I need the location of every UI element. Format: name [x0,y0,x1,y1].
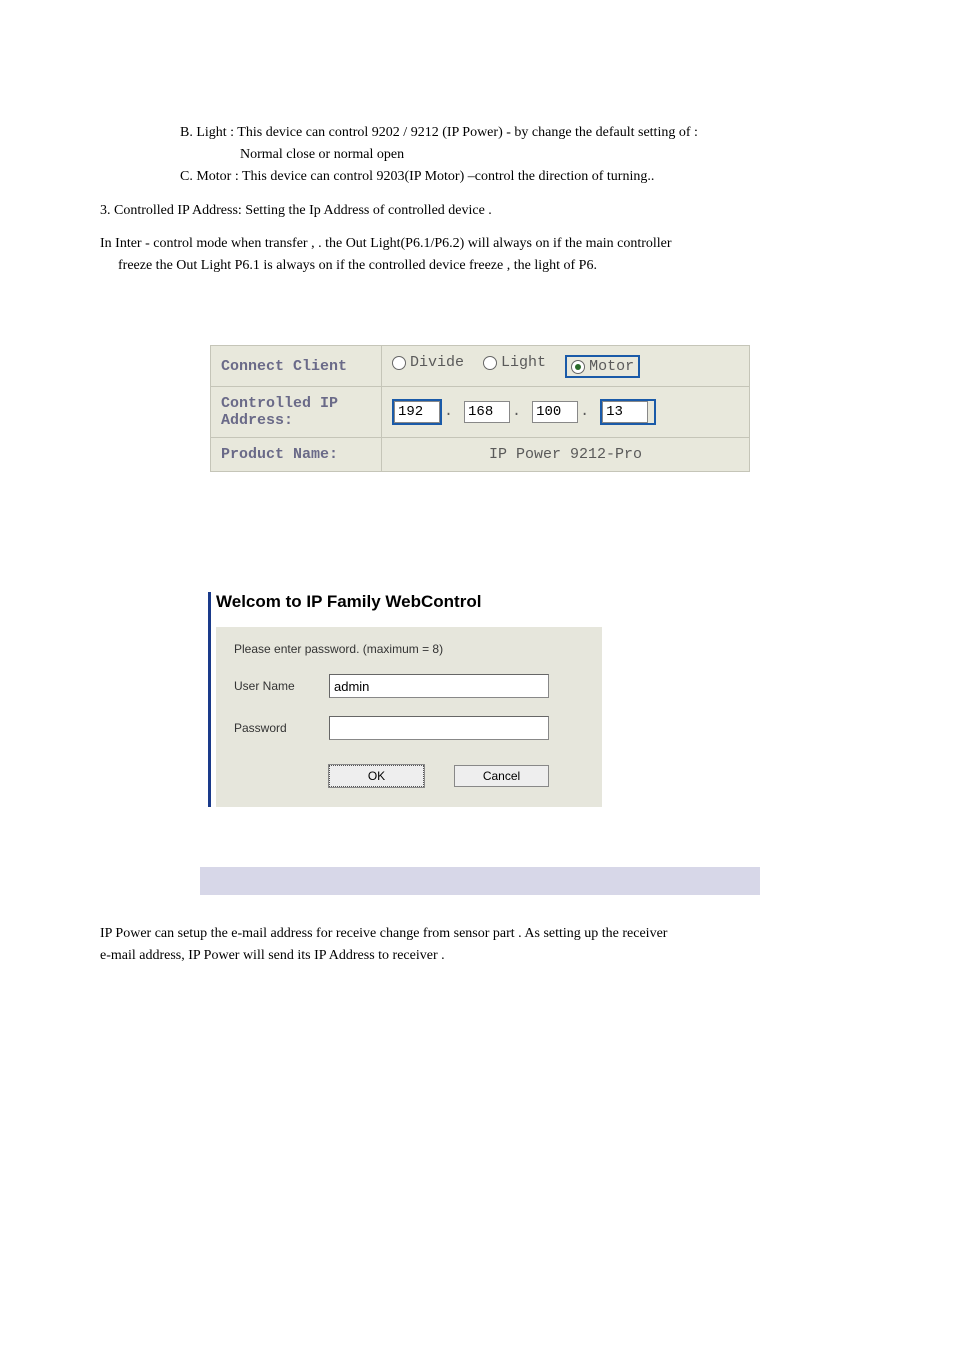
text-line-b: B. Light : This device can control 9202 … [180,124,854,142]
connect-client-label: Connect Client [211,346,382,387]
radio-label: Motor [589,358,634,375]
product-name-value: IP Power 9212-Pro [382,438,750,472]
cancel-button[interactable]: Cancel [454,765,549,787]
radio-light[interactable]: Light [483,354,546,371]
radio-label: Divide [410,354,464,371]
ip-octet-1[interactable] [394,401,440,423]
controlled-ip-value: . . . [382,387,750,438]
ip-octet-2[interactable] [464,401,510,423]
radio-icon [483,356,497,370]
username-input[interactable] [329,674,549,698]
controlled-ip-label: Controlled IP Address: [211,387,382,438]
final-para-1: IP Power can setup the e-mail address fo… [100,925,854,943]
login-title: Welcom to IP Family WebControl [216,592,854,612]
login-panel: Please enter password. (maximum = 8) Use… [216,627,602,807]
radio-icon [392,356,406,370]
connect-client-radios: Divide Light Motor [382,346,750,387]
radio-divide[interactable]: Divide [392,354,464,371]
ok-button[interactable]: OK [329,765,424,787]
username-label: User Name [234,679,329,693]
final-para-2: e-mail address, IP Power will send its I… [100,947,854,965]
text-line-c: C. Motor : This device can control 9203(… [180,168,854,186]
divider-bar [200,867,760,895]
login-section: Welcom to IP Family WebControl Please en… [208,592,854,807]
password-input[interactable] [329,716,549,740]
connect-client-table: Connect Client Divide Light Motor Contro… [210,345,750,472]
radio-icon [571,360,585,374]
text-line-3: 3. Controlled IP Address: Setting the Ip… [100,202,854,220]
radio-label: Light [501,354,546,371]
text-inter-2: freeze the Out Light P6.1 is always on i… [118,257,854,275]
text-inter-1: In Inter - control mode when transfer , … [100,235,854,253]
text-line-b2: Normal close or normal open [240,146,854,164]
product-name-label: Product Name: [211,438,382,472]
login-prompt: Please enter password. (maximum = 8) [234,642,584,656]
ip-octet-4[interactable] [602,401,648,423]
ip-octet-3[interactable] [532,401,578,423]
password-label: Password [234,721,329,735]
radio-motor[interactable]: Motor [565,355,640,378]
